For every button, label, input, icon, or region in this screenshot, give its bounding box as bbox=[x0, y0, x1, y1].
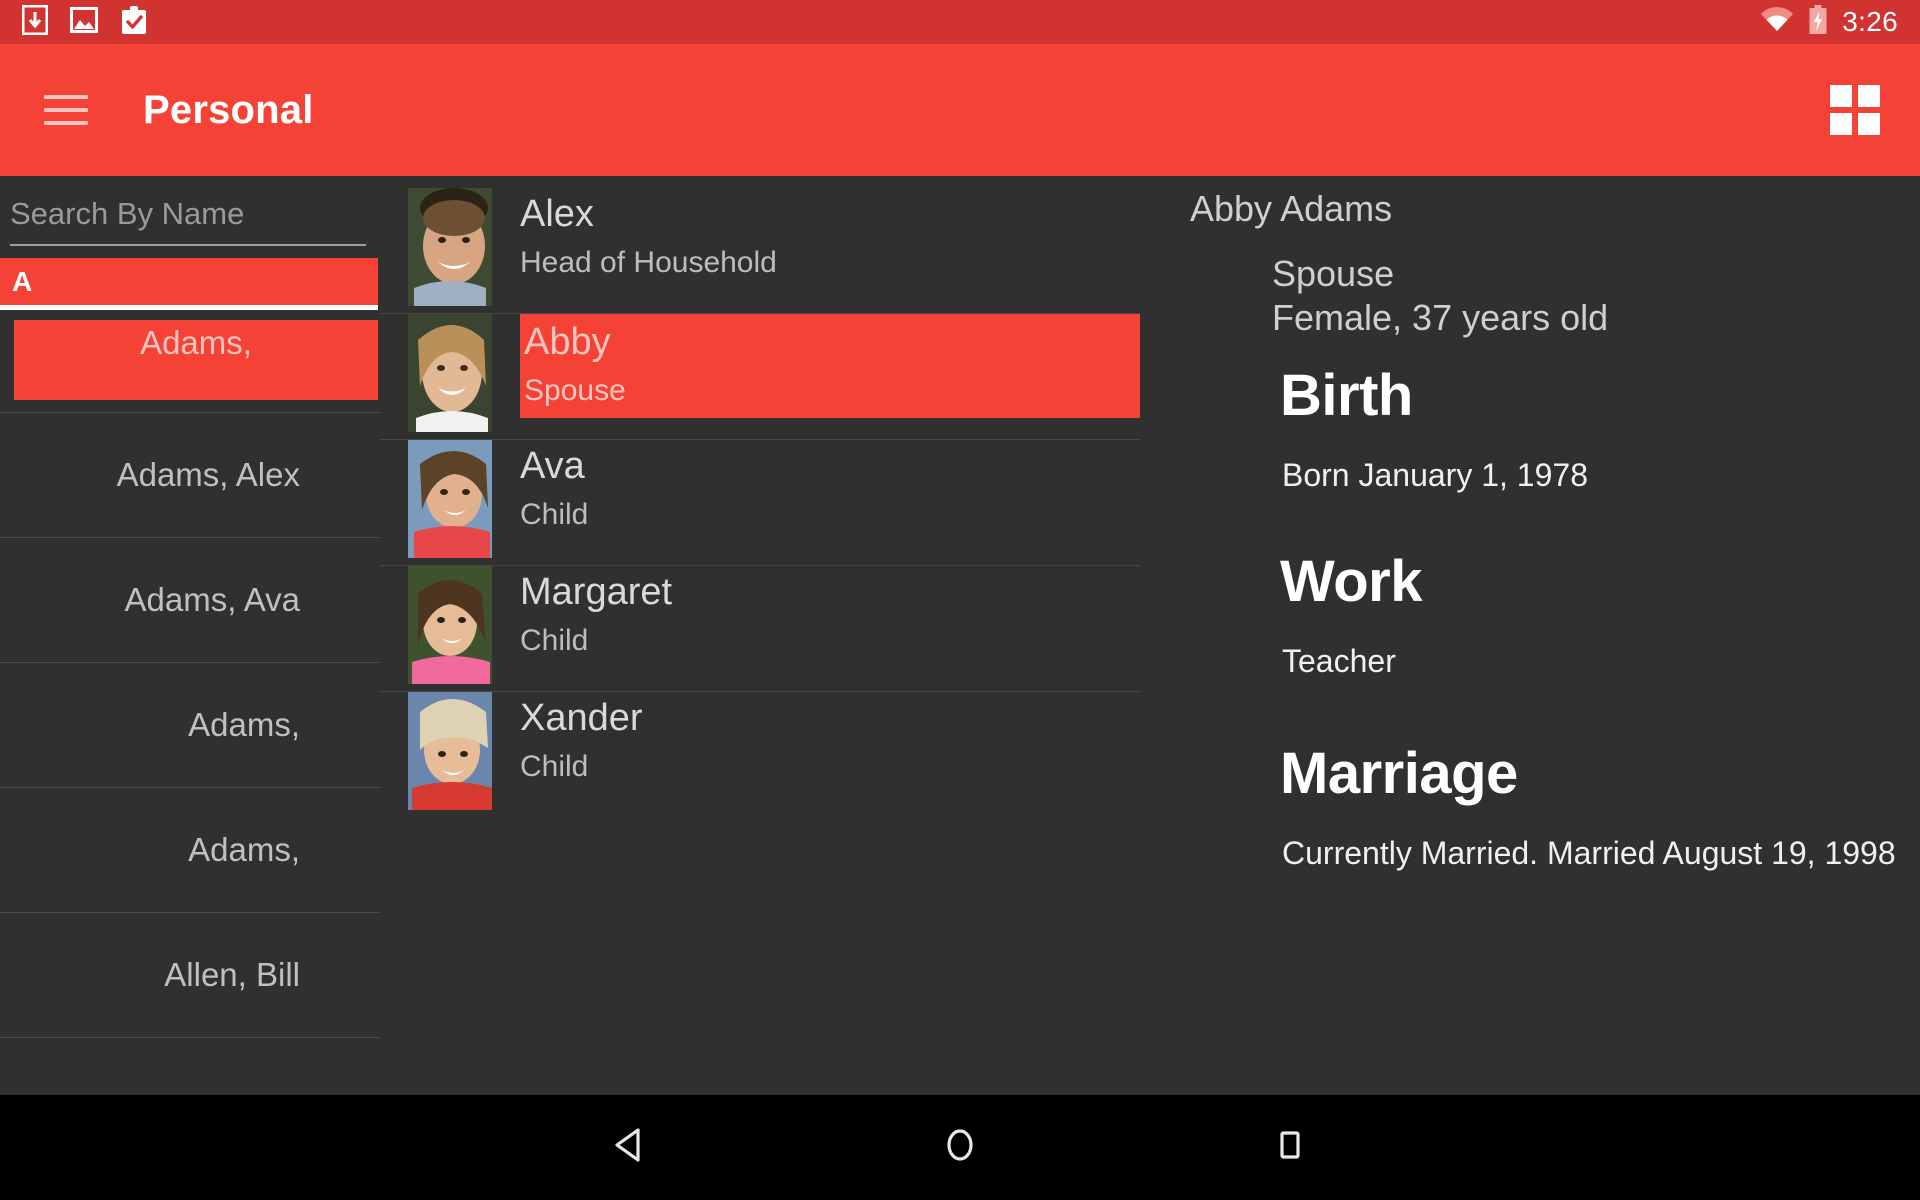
avatar bbox=[408, 692, 492, 810]
battery-charging-icon bbox=[1808, 4, 1828, 40]
detail-demographics: Female, 37 years old bbox=[1272, 296, 1609, 338]
member-info: Xander Child bbox=[520, 692, 1140, 784]
wifi-icon bbox=[1760, 6, 1794, 38]
clipboard-check-icon bbox=[120, 5, 148, 40]
home-button[interactable] bbox=[795, 1123, 1125, 1172]
main-content: A Adams, Adams, Alex Adams, Ava Adams, bbox=[0, 176, 1920, 1095]
name-list: Adams, Adams, Alex Adams, Ava Adams, Ada… bbox=[0, 320, 380, 1038]
member-info: Ava Child bbox=[520, 440, 1140, 532]
letter-section-header[interactable]: A bbox=[0, 258, 378, 310]
member-name: Margaret bbox=[520, 571, 673, 613]
letter-section-label: A bbox=[12, 265, 33, 297]
detail-full-name: Abby Adams bbox=[1190, 188, 1393, 229]
recents-button[interactable] bbox=[1125, 1123, 1455, 1172]
name-list-panel: A Adams, Adams, Alex Adams, Ava Adams, bbox=[0, 176, 380, 1095]
member-relation: Child bbox=[520, 498, 589, 532]
member-name: Xander bbox=[520, 697, 643, 739]
image-icon bbox=[70, 6, 98, 38]
member-row-selected[interactable]: Abby Spouse bbox=[380, 314, 1140, 440]
status-bar: 3:26 bbox=[0, 0, 1920, 44]
list-item[interactable]: Allen, Bill bbox=[0, 913, 380, 1038]
section-heading-marriage: Marriage bbox=[1280, 740, 1518, 806]
section-heading-work: Work bbox=[1280, 548, 1422, 614]
android-navigation-bar bbox=[0, 1095, 1920, 1200]
member-relation: Head of Household bbox=[520, 246, 777, 280]
member-relation: Child bbox=[520, 624, 589, 658]
section-body-work: Teacher bbox=[1282, 642, 1396, 679]
list-item-label: Adams, bbox=[188, 706, 300, 743]
list-item[interactable]: Adams, bbox=[0, 663, 380, 788]
home-circle-icon bbox=[938, 1123, 982, 1172]
list-item[interactable]: Adams, Alex bbox=[0, 413, 380, 538]
member-row[interactable]: Margaret Child bbox=[380, 566, 1140, 692]
list-item-label: Adams, Alex bbox=[116, 456, 300, 493]
avatar bbox=[408, 314, 492, 432]
member-name: Abby bbox=[524, 321, 611, 363]
avatar bbox=[408, 566, 492, 684]
member-relation: Child bbox=[520, 750, 589, 784]
selected-name-wrapper: Adams, bbox=[0, 320, 380, 413]
back-button[interactable] bbox=[465, 1123, 795, 1172]
list-item[interactable]: Adams, Ava bbox=[0, 538, 380, 663]
member-name: Alex bbox=[520, 193, 594, 235]
avatar bbox=[408, 440, 492, 558]
list-item-selected[interactable]: Adams, bbox=[14, 320, 378, 400]
status-bar-notification-icons bbox=[21, 4, 148, 40]
search-container bbox=[0, 176, 380, 246]
grid-view-icon[interactable] bbox=[1830, 85, 1880, 135]
download-icon bbox=[21, 4, 49, 40]
section-heading-birth: Birth bbox=[1280, 362, 1413, 428]
member-row[interactable]: Alex Head of Household bbox=[380, 188, 1140, 314]
member-info: Margaret Child bbox=[520, 566, 1140, 658]
member-name: Ava bbox=[520, 445, 585, 487]
member-row[interactable]: Ava Child bbox=[380, 440, 1140, 566]
section-body-marriage: Currently Married. Married August 19, 19… bbox=[1282, 834, 1896, 871]
list-item-label: Allen, Bill bbox=[164, 956, 300, 993]
status-bar-clock: 3:26 bbox=[1842, 6, 1898, 37]
search-input[interactable] bbox=[10, 188, 366, 246]
list-item-label: Adams, bbox=[188, 831, 300, 868]
list-item-label: Adams, bbox=[140, 324, 252, 361]
person-detail-panel: Abby Adams Spouse Female, 37 years old B… bbox=[1140, 176, 1920, 1095]
android-tablet-screen: 3:26 Personal A Adams, bbox=[0, 0, 1920, 1200]
list-item[interactable]: Adams, bbox=[0, 788, 380, 913]
app-bar: Personal bbox=[0, 44, 1920, 176]
member-info: Alex Head of Household bbox=[520, 188, 1140, 280]
member-row[interactable]: Xander Child bbox=[380, 692, 1140, 818]
member-info: Abby Spouse bbox=[520, 314, 1140, 419]
recents-square-icon bbox=[1268, 1123, 1312, 1172]
back-triangle-icon bbox=[608, 1123, 652, 1172]
list-item-label: Adams, Ava bbox=[124, 581, 301, 618]
hamburger-menu-icon[interactable] bbox=[44, 95, 88, 125]
detail-relation: Spouse bbox=[1272, 253, 1395, 294]
section-body-birth: Born January 1, 1978 bbox=[1282, 456, 1588, 493]
status-bar-system-icons: 3:26 bbox=[1760, 4, 1898, 40]
page-title: Personal bbox=[143, 87, 314, 132]
household-member-list: Alex Head of Household Abby Spouse Ava C… bbox=[380, 176, 1140, 1095]
avatar bbox=[408, 188, 492, 306]
member-relation: Spouse bbox=[524, 374, 626, 408]
